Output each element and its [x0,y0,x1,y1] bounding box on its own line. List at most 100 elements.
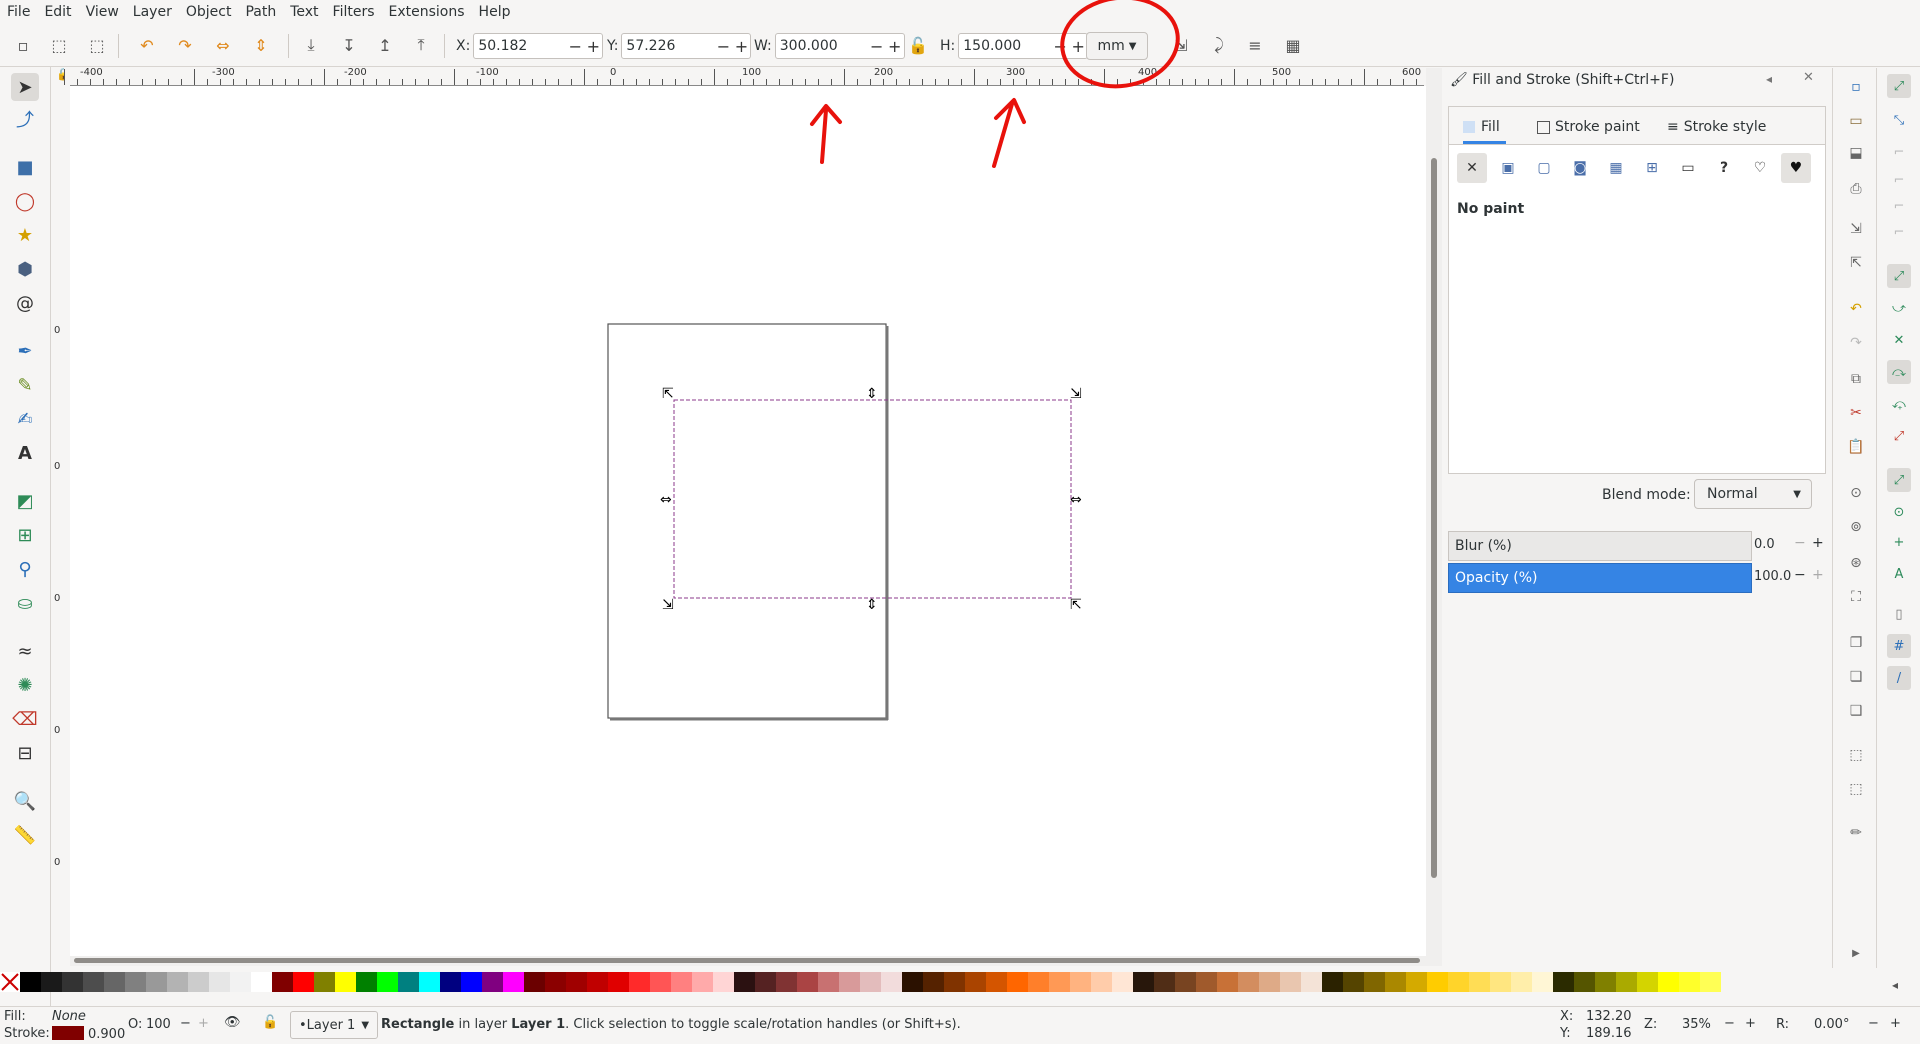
palette-swatch[interactable] [671,972,692,992]
pen-tool-icon[interactable]: ✒ [11,337,39,365]
palette-swatch[interactable] [965,972,986,992]
h-increment-button[interactable]: + [1069,37,1087,56]
y-increment-button[interactable]: + [732,37,750,56]
print-icon[interactable]: ⎙ [1845,178,1867,200]
new-document-icon[interactable]: ▫ [1845,76,1867,98]
palette-none-swatch[interactable] [0,972,20,992]
copy-icon[interactable]: ⧉ [1845,368,1867,390]
palette-swatch[interactable] [1427,972,1448,992]
palette-swatch[interactable] [1469,972,1490,992]
palette-swatch[interactable] [755,972,776,992]
snap-midpoint-icon[interactable]: ⤢ [1887,424,1911,448]
export-icon[interactable]: ⇱ [1845,252,1867,274]
more-commands-icon[interactable]: ▶ [1845,942,1867,964]
rotate-ccw-icon[interactable]: ↶ [134,32,160,58]
rotation-input[interactable]: 0.00° [1814,1017,1849,1032]
palette-swatch[interactable] [188,972,209,992]
fill-rule-nonzero-icon[interactable]: ♥ [1781,153,1811,183]
palette-swatch[interactable] [1679,972,1700,992]
palette-swatch[interactable] [1532,972,1553,992]
palette-swatch[interactable] [902,972,923,992]
opacity-status-input[interactable]: 100 [146,1017,171,1032]
palette-swatch[interactable] [314,972,335,992]
gradient-tool-icon[interactable]: ◩ [11,487,39,515]
palette-swatch[interactable] [20,972,41,992]
zoom-input[interactable]: 35% [1682,1017,1711,1032]
mesh-tool-icon[interactable]: ⊞ [11,521,39,549]
paint-bucket-tool-icon[interactable]: ⛀ [11,589,39,617]
palette-swatch[interactable] [125,972,146,992]
horizontal-scrollbar[interactable] [70,956,1442,966]
fill-rule-evenodd-icon[interactable]: ♡ [1745,153,1775,183]
connector-tool-icon[interactable]: ⊟ [11,739,39,767]
tab-stroke-paint[interactable]: Stroke paint [1537,113,1640,141]
save-icon[interactable]: ⬓ [1845,142,1867,164]
snap-guides-icon[interactable]: / [1887,666,1911,690]
palette-swatch[interactable] [1658,972,1679,992]
cut-icon[interactable]: ✂ [1845,402,1867,424]
dialog-iconify-icon[interactable]: ◂ [1766,72,1772,86]
swatch-icon[interactable]: ▭ [1673,153,1703,183]
palette-swatch[interactable] [1385,972,1406,992]
ungroup-icon[interactable]: ⬚ [1845,778,1867,800]
palette-swatch[interactable] [1217,972,1238,992]
palette-swatch[interactable] [1007,972,1028,992]
palette-swatch[interactable] [629,972,650,992]
palette-swatch[interactable] [1700,972,1721,992]
palette-swatch[interactable] [335,972,356,992]
palette-swatch[interactable] [1364,972,1385,992]
palette-swatch[interactable] [1616,972,1637,992]
selector-tool-icon[interactable]: ➤ [11,73,39,101]
rotation-increment-button[interactable]: + [1890,1016,1901,1031]
blur-slider[interactable]: Blur (%) [1448,531,1752,561]
snap-cusp-nodes-icon[interactable]: ⤼ [1887,360,1911,384]
duplicate-icon[interactable]: ❐ [1845,632,1867,654]
undo-icon[interactable]: ↶ [1845,298,1867,320]
drawing-canvas[interactable]: ⇱ ⇲ ⇲ ⇱ ⇕ ⇕ ⇔ ⇔ [70,86,1426,956]
palette-swatch[interactable] [608,972,629,992]
palette-swatch[interactable] [1406,972,1427,992]
flip-vertical-icon[interactable]: ⇕ [248,32,274,58]
w-input[interactable]: 300.000 [776,38,868,54]
lower-to-bottom-icon[interactable]: ⤓ [298,32,324,58]
raise-to-top-icon[interactable]: ⤒ [408,32,434,58]
vertical-scrollbar[interactable] [1426,68,1442,956]
menu-view[interactable]: View [79,0,126,24]
x-increment-button[interactable]: + [584,37,602,56]
palette-swatch[interactable] [713,972,734,992]
palette-swatch[interactable] [1637,972,1658,992]
palette-swatch[interactable] [251,972,272,992]
palette-swatch[interactable] [1574,972,1595,992]
spiral-tool-icon[interactable]: @ [11,289,39,317]
palette-swatch[interactable] [440,972,461,992]
w-increment-button[interactable]: + [886,37,904,56]
rectangle-tool-icon[interactable]: ■ [11,153,39,181]
snap-bbox-midpoint-icon[interactable]: ⌐ [1887,194,1911,218]
layer-visibility-icon[interactable]: 👁 [224,1015,241,1030]
node-tool-icon[interactable]: ⤴ [11,105,39,133]
x-input[interactable]: 50.182 [474,38,566,54]
lower-icon[interactable]: ↧ [336,32,362,58]
deselect-icon[interactable]: ⬚ [84,32,110,58]
menu-text[interactable]: Text [283,0,325,24]
palette-swatch[interactable] [1259,972,1280,992]
palette-swatch[interactable] [293,972,314,992]
palette-swatch[interactable] [692,972,713,992]
lock-proportions-icon[interactable]: 🔓 [905,32,931,58]
palette-swatch[interactable] [839,972,860,992]
flip-horizontal-icon[interactable]: ⇔ [210,32,236,58]
palette-swatch[interactable] [503,972,524,992]
opacity-status-increment[interactable]: + [198,1016,209,1031]
stroke-width-value[interactable]: 0.900 [88,1027,125,1042]
h-decrement-button[interactable]: − [1051,37,1069,56]
palette-swatch[interactable] [1133,972,1154,992]
palette-swatch[interactable] [1490,972,1511,992]
scale-stroke-icon[interactable]: ⇲ [1168,32,1194,58]
menu-help[interactable]: Help [472,0,518,24]
palette-swatch[interactable] [797,972,818,992]
palette-swatch[interactable] [1175,972,1196,992]
palette-swatch[interactable] [944,972,965,992]
palette-swatch[interactable] [41,972,62,992]
palette-swatch[interactable] [545,972,566,992]
y-decrement-button[interactable]: − [714,37,732,56]
